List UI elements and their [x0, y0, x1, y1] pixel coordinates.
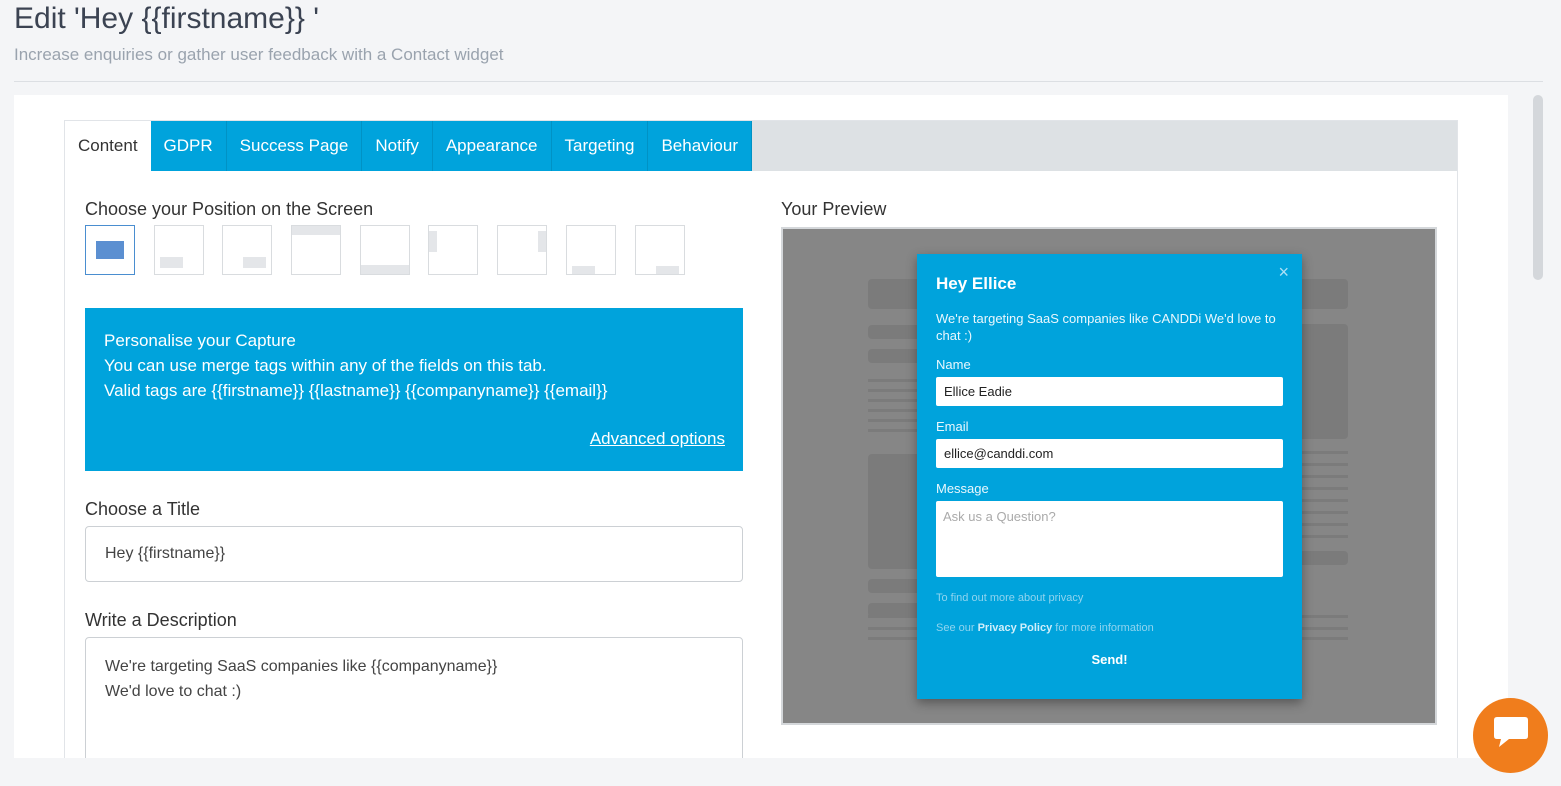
widget-privacy-note: To find out more about privacy: [936, 592, 1084, 604]
page-scrollbar[interactable]: [1533, 95, 1543, 280]
position-option-center[interactable]: [85, 225, 135, 275]
widget-name-input[interactable]: Ellice Eadie: [936, 377, 1283, 406]
privacy-prefix: See our: [936, 622, 975, 634]
tab-behaviour[interactable]: Behaviour: [648, 121, 753, 171]
widget-email-label: Email: [936, 419, 969, 434]
tab-gdpr[interactable]: GDPR: [150, 121, 227, 171]
position-bottom-left-shape: [159, 257, 183, 268]
widget-message-label: Message: [936, 481, 989, 496]
title-input[interactable]: Hey {{firstname}}: [85, 526, 743, 582]
advanced-options-link[interactable]: Advanced options: [590, 426, 725, 451]
position-label: Choose your Position on the Screen: [85, 199, 374, 219]
position-option-top-bar[interactable]: [291, 225, 342, 275]
info-text: You can use merge tags within any of the…: [104, 356, 547, 375]
widget-name-label: Name: [936, 357, 971, 372]
position-top-left-shape: [429, 231, 438, 252]
page-subtitle: Increase enquiries or gather user feedba…: [14, 45, 504, 64]
info-heading: Personalise your Capture: [104, 331, 296, 350]
widget-message-textarea[interactable]: Ask us a Question?: [936, 501, 1283, 577]
page-title: Edit 'Hey {{firstname}} ': [14, 2, 319, 35]
info-valid-tags: Valid tags are {{firstname}} {{lastname}…: [104, 381, 608, 400]
description-label: Write a Description: [85, 610, 237, 630]
editor-card: Content GDPR Success Page Notify Appeara…: [14, 95, 1508, 758]
tab-appearance[interactable]: Appearance: [432, 121, 552, 171]
preview-label: Your Preview: [781, 199, 887, 219]
tab-bar: Content GDPR Success Page Notify Appeara…: [65, 121, 1457, 171]
widget-title: Hey Ellice: [936, 274, 1017, 293]
tab-notify[interactable]: Notify: [362, 121, 433, 171]
close-icon[interactable]: ×: [1278, 262, 1289, 283]
position-option-top-right[interactable]: [497, 225, 548, 275]
preview-pane: × Hey Ellice We're targeting SaaS compan…: [781, 227, 1437, 725]
chat-button[interactable]: [1473, 698, 1548, 773]
position-corner-bottom-right-shape: [655, 266, 679, 274]
position-option-corner-bottom-right[interactable]: [634, 225, 685, 275]
widget-privacy-policy-text: See our Privacy Policy for more informat…: [936, 622, 1283, 634]
position-option-bottom-right[interactable]: [222, 225, 273, 275]
contact-widget-preview: × Hey Ellice We're targeting SaaS compan…: [917, 254, 1302, 699]
privacy-suffix: for more information: [1055, 622, 1154, 634]
widget-email-input[interactable]: ellice@canddi.com: [936, 439, 1283, 468]
tab-content[interactable]: Content: [65, 121, 151, 171]
privacy-policy-link[interactable]: Privacy Policy: [978, 622, 1053, 634]
description-textarea[interactable]: We're targeting SaaS companies like {{co…: [85, 637, 743, 758]
position-bottom-bar-shape: [360, 265, 409, 274]
tab-success-page[interactable]: Success Page: [226, 121, 363, 171]
merge-tags-info: Personalise your Capture You can use mer…: [85, 308, 743, 471]
chat-icon: [1491, 716, 1531, 755]
position-option-bottom-bar[interactable]: [359, 225, 410, 275]
position-options: [85, 225, 703, 275]
widget-send-button[interactable]: Send!: [936, 652, 1283, 667]
position-center-shape: [96, 241, 124, 259]
position-option-bottom-left[interactable]: [153, 225, 204, 275]
position-bottom-right-shape: [243, 257, 267, 268]
tab-targeting[interactable]: Targeting: [551, 121, 649, 171]
title-label: Choose a Title: [85, 499, 201, 519]
position-option-top-left[interactable]: [428, 225, 479, 275]
widget-description: We're targeting SaaS companies like CAND…: [936, 311, 1276, 343]
position-top-bar-shape: [292, 226, 341, 235]
position-top-right-shape: [538, 231, 547, 252]
position-corner-bottom-left-shape: [571, 266, 595, 274]
position-option-corner-bottom-left[interactable]: [565, 225, 616, 275]
tabs-container: Content GDPR Success Page Notify Appeara…: [64, 120, 1458, 758]
title-divider: [14, 81, 1543, 82]
